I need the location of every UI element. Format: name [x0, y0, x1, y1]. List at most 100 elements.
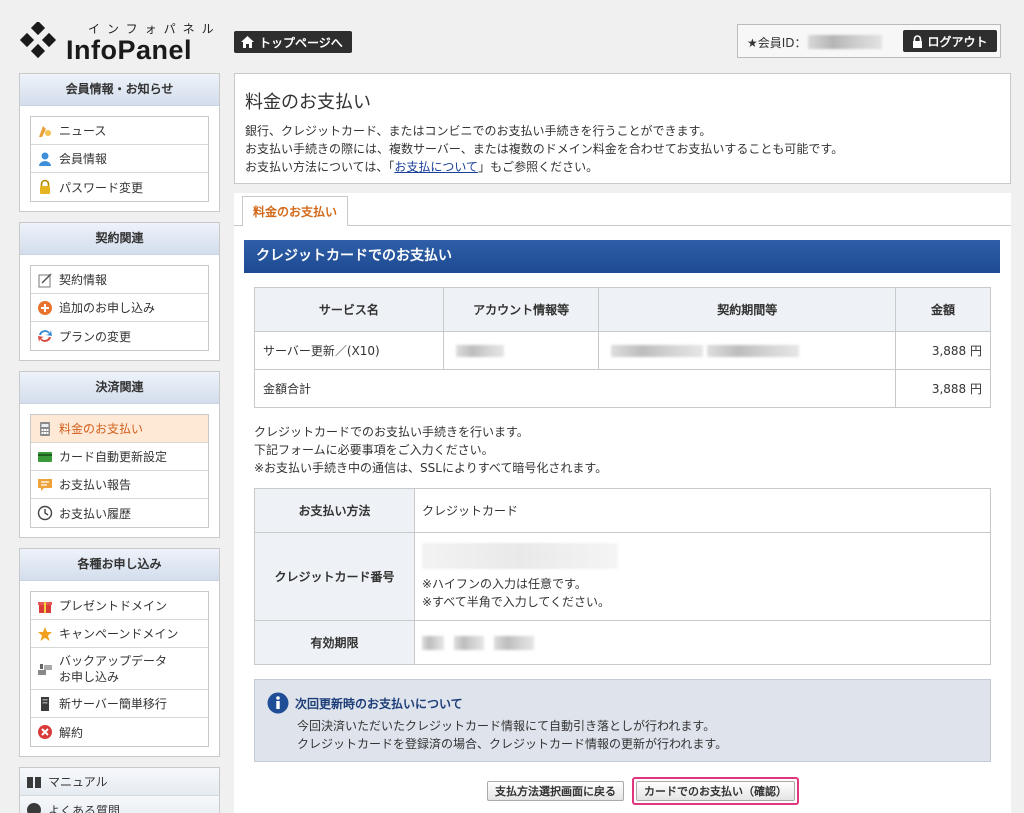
logo[interactable]: インフォパネル InfoPanel [18, 18, 214, 65]
top-page-button-label: トップページへ [259, 35, 343, 50]
member-id-box: ★会員ID： ログアウト [737, 24, 1001, 58]
sidebar-section-contract: 契約関連 契約情報 追加のお申し込み プランの変更 [19, 222, 220, 361]
note-line: 下記フォームに必要事項をご入力ください。 [254, 443, 494, 457]
top-page-button[interactable]: トップページへ [234, 31, 352, 53]
action-buttons: 支払方法選択画面に戻る カードでのお支払い（確認） [487, 777, 799, 805]
intro-line-1: 銀行、クレジットカード、またはコンビニでのお支払い手続きを行うことができます。 [245, 124, 712, 138]
table-header-row: サービス名 アカウント情報等 契約期間等 金額 [254, 287, 991, 332]
expiry-month-select[interactable] [422, 635, 444, 650]
sidebar-item-card-auto-renew[interactable]: カード自動更新設定 [31, 443, 208, 471]
sidebar-item-label: ニュース [59, 124, 107, 138]
card-hint-hyphen: ※ハイフンの入力は任意です。 [422, 576, 587, 591]
sidebar-item-label: マニュアル [48, 775, 108, 789]
expiry-label: 有効期限 [254, 620, 415, 665]
sidebar-item-label: よくある質問 [48, 803, 121, 813]
cell-account-blurred [442, 331, 600, 370]
sidebar-item-label: バックアップデータ お申し込み [59, 653, 168, 684]
payment-form: お支払い方法 クレジットカード クレジットカード番号 ※ハイフンの入力は任意です… [254, 488, 991, 665]
sidebar-item-password[interactable]: パスワード変更 [31, 173, 208, 201]
sidebar-section-payment: 決済関連 料金のお支払い カード自動更新設定 お支払い報告 お支払い履歴 [19, 371, 220, 538]
method-label: お支払い方法 [254, 488, 415, 533]
info-text: 今回決済いただいたクレジットカード情報にて自動引き落としが行われます。 クレジッ… [297, 717, 727, 753]
sidebar-item-payment-history[interactable]: お支払い履歴 [31, 499, 208, 527]
card-hint-halfwidth: ※すべて半角で入力してください。 [422, 594, 611, 609]
backup-icon [37, 661, 53, 677]
star-icon [37, 626, 53, 642]
page-title: 料金のお支払い [245, 92, 371, 113]
sidebar-item-label: 解約 [59, 725, 84, 740]
sidebar-item-contract-info[interactable]: 契約情報 [31, 266, 208, 294]
tab-divider [234, 225, 1011, 226]
sidebar-item-faq[interactable]: よくある質問 [20, 796, 219, 813]
sidebar-item-label: お支払い報告 [59, 478, 132, 492]
sidebar-section-title: 各種お申し込み [20, 549, 219, 581]
sidebar-item-label: パスワード変更 [59, 180, 144, 195]
sidebar-item-add[interactable]: 追加のお申し込み [31, 294, 208, 322]
sidebar-item-payment-report[interactable]: お支払い報告 [31, 471, 208, 499]
sidebar-item-plan-change[interactable]: プランの変更 [31, 322, 208, 350]
sidebar-section-member: 会員情報・お知らせ ニュース 会員情報 パスワード変更 [19, 73, 220, 212]
member-id-value-blurred [808, 35, 882, 49]
confirm-button[interactable]: カードでのお支払い（確認） [636, 781, 795, 801]
info-line: クレジットカードを登録済の場合、クレジットカード情報の更新が行われます。 [297, 737, 728, 751]
payment-help-link[interactable]: お支払について [394, 160, 478, 174]
sidebar-item-label: 追加のお申し込み [59, 301, 156, 315]
sidebar-item-news[interactable]: ニュース [31, 117, 208, 145]
method-value: クレジットカード [414, 488, 991, 533]
cancel-icon [37, 724, 53, 740]
add-icon [37, 300, 53, 316]
sidebar-section-applications: 各種お申し込み プレゼントドメイン キャンペーンドメイン バックアップデータ お… [19, 548, 220, 757]
sidebar-item-label: プレゼントドメイン [59, 599, 168, 613]
sidebar-item-backup[interactable]: バックアップデータ お申し込み [31, 648, 208, 690]
sidebar-item-label: キャンペーンドメイン [59, 627, 179, 641]
news-icon [37, 123, 53, 139]
sidebar-item-member-info[interactable]: 会員情報 [31, 145, 208, 173]
logout-button[interactable]: ログアウト [903, 30, 997, 52]
card-number-input[interactable] [422, 542, 618, 569]
sidebar-item-present-domain[interactable]: プレゼントドメイン [31, 592, 208, 620]
intro-line-3: お支払い方法については、「お支払について」もご参照ください。 [245, 158, 1000, 176]
sidebar-item-server-migration[interactable]: 新サーバー簡単移行 [31, 690, 208, 718]
table-row: サーバー更新／(X10) 3,888 円 [254, 331, 991, 370]
cell-period-blurred [598, 331, 897, 370]
server-icon [37, 696, 53, 712]
contract-icon [37, 272, 53, 288]
sidebar-section-title: 会員情報・お知らせ [20, 74, 219, 106]
note-line: ※お支払い手続き中の通信は、SSLによりすべて暗号化されます。 [254, 461, 608, 475]
sidebar-item-label: 契約情報 [59, 273, 108, 287]
sidebar-item-campaign-domain[interactable]: キャンペーンドメイン [31, 620, 208, 648]
expiry-extra-blurred [493, 635, 534, 650]
cell-amount: 3,888 円 [895, 331, 991, 370]
sidebar-item-payment[interactable]: 料金のお支払い [31, 415, 208, 443]
payment-panel: 料金のお支払い クレジットカードでのお支払い サービス名 アカウント情報等 契約… [234, 193, 1011, 813]
member-id-label: ★会員ID： [747, 36, 807, 50]
confirm-button-highlight: カードでのお支払い（確認） [632, 777, 799, 805]
sidebar-item-label: プランの変更 [59, 329, 132, 344]
back-button[interactable]: 支払方法選択画面に戻る [487, 781, 624, 801]
tab-payment[interactable]: 料金のお支払い [242, 196, 348, 226]
column-header-amount: 金額 [895, 287, 991, 332]
instruction-notes: クレジットカードでのお支払い手続きを行います。 下記フォームに必要事項をご入力く… [254, 423, 607, 477]
logo-diamond-icon [19, 22, 57, 59]
sidebar-item-cancel[interactable]: 解約 [31, 718, 208, 746]
column-header-service: サービス名 [254, 287, 444, 332]
expiry-year-select[interactable] [453, 635, 484, 650]
sidebar-bottom-links: マニュアル よくある質問 [19, 767, 220, 813]
sidebar-item-label: 料金のお支払い [59, 422, 144, 436]
calculator-icon [37, 421, 53, 437]
table-total-row: 金額合計 3,888 円 [253, 369, 991, 408]
gift-icon [37, 598, 53, 614]
logout-button-label: ログアウト [927, 34, 988, 49]
card-number-label: クレジットカード番号 [254, 532, 415, 621]
sidebar-item-label: カード自動更新設定 [59, 450, 168, 464]
sidebar-item-label: 会員情報 [59, 152, 108, 166]
book-icon [26, 774, 42, 790]
note-line: クレジットカードでのお支払い手続きを行います。 [254, 425, 529, 439]
sidebar-item-manual[interactable]: マニュアル [20, 768, 219, 796]
user-icon [37, 151, 53, 167]
intro-line-3-after: 」もご参照ください。 [478, 160, 599, 174]
form-row-expiry: 有効期限 [254, 620, 991, 665]
card-icon [37, 449, 53, 465]
order-table: サービス名 アカウント情報等 契約期間等 金額 サーバー更新／(X10) 3,8… [253, 287, 991, 408]
section-title: クレジットカードでのお支払い [244, 240, 1000, 273]
